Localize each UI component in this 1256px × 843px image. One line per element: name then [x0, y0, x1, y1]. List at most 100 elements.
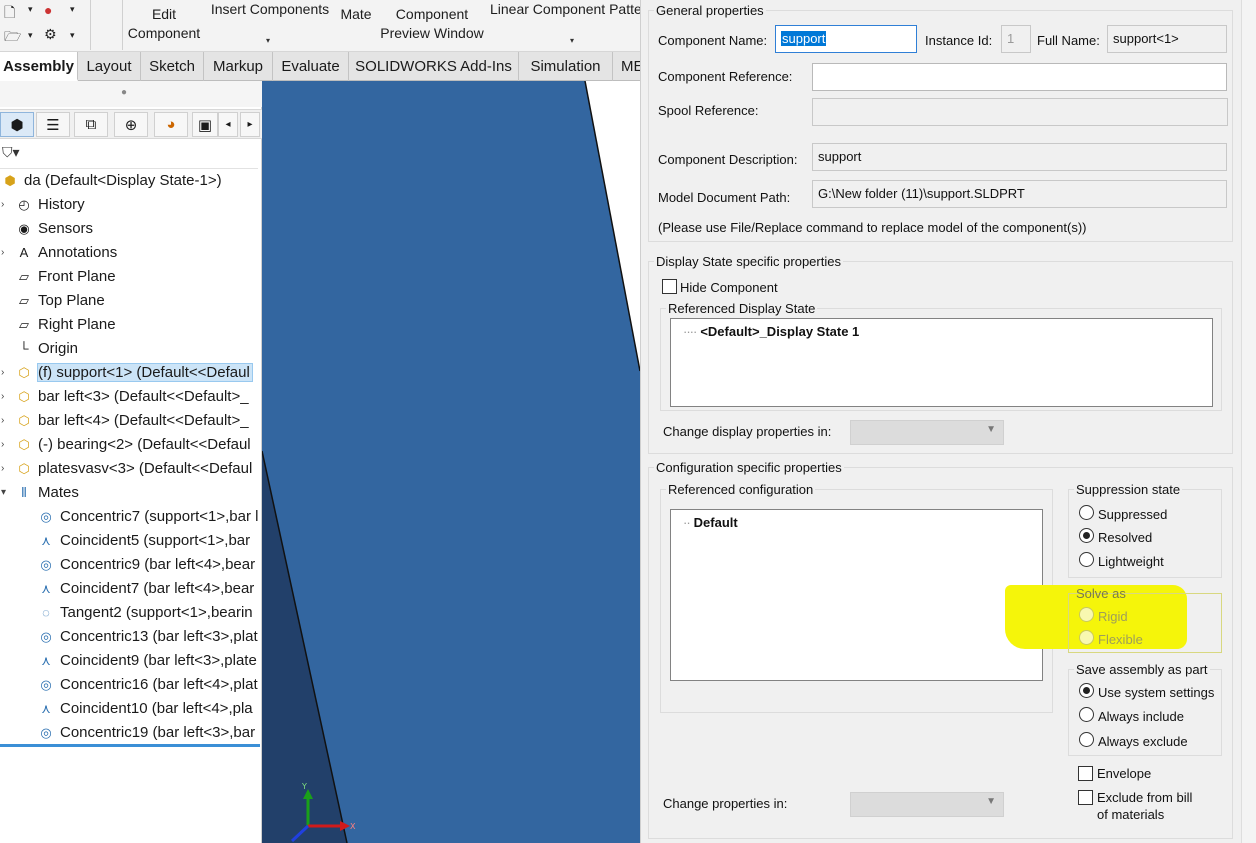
tab-layout[interactable]: Layout	[78, 52, 141, 81]
display-state-list[interactable]: ···· <Default>_Display State 1	[670, 318, 1213, 407]
open-document-icon[interactable]: 🗁	[4, 26, 21, 50]
tree-item[interactable]: ▱ Front Plane	[14, 266, 116, 288]
dialog-scrollbar[interactable]	[1241, 0, 1256, 843]
tree-item[interactable]: › ⬡ bar left<3> (Default<<Default>_	[1, 386, 249, 408]
always-include-radio[interactable]	[1079, 707, 1094, 722]
list-item[interactable]: ···· <Default>_Display State 1	[683, 324, 859, 339]
expand-arrow-icon[interactable]: ›	[1, 242, 4, 264]
tree-item[interactable]: › ⬡ (f) support<1> (Default<<Defaul	[1, 362, 253, 384]
sensor-icon: ◉	[18, 221, 30, 236]
tree-item[interactable]: ◌ Tangent2 (support<1>,bearin	[36, 602, 253, 624]
tab-solidworks-add-ins[interactable]: SOLIDWORKS Add-Ins	[349, 52, 519, 81]
insert-components-button[interactable]: Insert Components	[206, 0, 334, 19]
chevron-down-icon: ▼	[986, 424, 996, 435]
component-reference-field[interactable]	[812, 63, 1227, 91]
model-document-path-field[interactable]: G:\New folder (11)\support.SLDPRT	[812, 180, 1227, 208]
concentric-mate-icon: ◎	[40, 557, 52, 572]
tree-item[interactable]: › ⬡ (-) bearing<2> (Default<<Defaul	[1, 434, 251, 456]
expand-arrow-icon[interactable]: ›	[1, 434, 4, 456]
edit-component-label-line1: Edit	[151, 6, 177, 22]
model-document-path-label: Model Document Path:	[658, 190, 791, 205]
dropdown-caret-icon[interactable]: ▾	[28, 30, 33, 41]
tree-item[interactable]: › A Annotations	[1, 242, 117, 264]
tree-item[interactable]: ◎ Concentric16 (bar left<4>,plat	[36, 674, 258, 696]
tree-item[interactable]: ▾ ⫴ Mates	[1, 482, 79, 504]
hide-component-checkbox[interactable]	[662, 279, 677, 294]
triad-x-label: X	[350, 822, 356, 831]
list-item[interactable]: ·· Default	[683, 515, 738, 530]
component-preview-button[interactable]: Component Preview Window	[378, 5, 486, 43]
use-system-settings-radio[interactable]	[1079, 683, 1094, 698]
change-display-properties-select[interactable]: ▼	[850, 420, 1004, 445]
full-name-field[interactable]: support<1>	[1107, 25, 1227, 53]
tree-item[interactable]: ⋏ Coincident9 (bar left<3>,plate	[36, 650, 257, 672]
solve-as-group	[1068, 593, 1222, 653]
command-manager-tabs: Assembly Layout Sketch Markup Evaluate S…	[0, 52, 640, 81]
coincident-mate-icon: ⋏	[41, 653, 51, 668]
envelope-checkbox[interactable]	[1078, 766, 1093, 781]
traffic-light-icon[interactable]: ●	[44, 2, 52, 18]
gear-icon[interactable]: ⚙	[44, 26, 57, 43]
expand-arrow-icon[interactable]: ›	[1, 386, 4, 408]
suppressed-radio[interactable]	[1079, 505, 1094, 520]
tab-simulation[interactable]: Simulation	[519, 52, 613, 81]
new-document-icon[interactable]: 🗋	[4, 2, 15, 26]
tree-item[interactable]: ⋏ Coincident10 (bar left<4>,pla	[36, 698, 252, 720]
tree-item[interactable]: ◎ Concentric19 (bar left<3>,bar	[36, 722, 255, 743]
lightweight-radio[interactable]	[1079, 552, 1094, 567]
expand-arrow-icon[interactable]: ›	[1, 194, 4, 216]
exclude-bom-checkbox[interactable]	[1078, 790, 1093, 805]
dropdown-caret-icon[interactable]: ▾	[28, 4, 33, 15]
tree-item[interactable]: ◎ Concentric7 (support<1>,bar l	[36, 506, 258, 528]
history-icon: ◴	[18, 197, 30, 212]
component-preview-label-line2: Preview Window	[380, 25, 484, 41]
configuration-list[interactable]: ·· Default	[670, 509, 1043, 681]
tree-item[interactable]: ⬢ da (Default<Display State-1>)	[0, 170, 221, 192]
tree-item[interactable]: ⋏ Coincident5 (support<1>,bar	[36, 530, 250, 552]
graphics-area[interactable]: Y X	[262, 81, 640, 843]
resolved-radio[interactable]	[1079, 528, 1094, 543]
tree-item[interactable]: ▱ Top Plane	[14, 290, 105, 312]
tree-item[interactable]: ◎ Concentric13 (bar left<3>,plat	[36, 626, 257, 648]
tree-item[interactable]: ◉ Sensors	[14, 218, 93, 240]
tab-markup[interactable]: Markup	[204, 52, 273, 81]
tab-evaluate[interactable]: Evaluate	[273, 52, 349, 81]
tab-me[interactable]: ME	[613, 52, 640, 81]
expand-arrow-icon[interactable]: ›	[1, 362, 4, 384]
tab-assembly[interactable]: Assembly	[0, 52, 78, 81]
ribbon-divider	[90, 0, 91, 50]
tree-item[interactable]: › ⬡ bar left<4> (Default<<Default>_	[1, 410, 249, 432]
tree-item-label: Tangent2 (support<1>,bearin	[60, 604, 253, 621]
expand-arrow-icon[interactable]: ›	[1, 410, 4, 432]
tangent-mate-icon: ◌	[42, 605, 50, 620]
tree-item[interactable]: ▱ Right Plane	[14, 314, 116, 336]
instance-id-field[interactable]: 1	[1001, 25, 1031, 53]
tree-item[interactable]: › ⬡ platesvasv<3> (Default<<Defaul	[1, 458, 252, 480]
always-exclude-radio[interactable]	[1079, 732, 1094, 747]
collapse-arrow-icon[interactable]: ▾	[1, 482, 6, 504]
dropdown-caret-icon[interactable]: ▾	[570, 36, 574, 45]
insert-components-label: Insert Components	[210, 1, 330, 17]
mate-button[interactable]: Mate	[334, 5, 378, 24]
tree-item[interactable]: ⋏ Coincident7 (bar left<4>,bear	[36, 578, 254, 600]
component-name-field[interactable]: support	[775, 25, 917, 53]
spool-reference-field[interactable]	[812, 98, 1228, 126]
edit-component-button[interactable]: Edit Component	[124, 5, 204, 43]
tree-item[interactable]: └ Origin	[14, 338, 78, 360]
expand-arrow-icon[interactable]: ›	[1, 458, 4, 480]
linear-pattern-button[interactable]: Linear Component Patte	[490, 0, 640, 19]
suppression-state-title: Suppression state	[1074, 482, 1183, 497]
tree-item[interactable]: ◎ Concentric9 (bar left<4>,bear	[36, 554, 255, 576]
tab-sketch[interactable]: Sketch	[141, 52, 204, 81]
tree-item-label: Concentric16 (bar left<4>,plat	[60, 676, 258, 693]
flexible-radio[interactable]	[1079, 630, 1094, 645]
dropdown-caret-icon[interactable]: ▾	[70, 30, 75, 41]
change-properties-select[interactable]: ▼	[850, 792, 1004, 817]
rigid-radio[interactable]	[1079, 607, 1094, 622]
dropdown-caret-icon[interactable]: ▾	[70, 4, 75, 15]
tree-item-label: bar left<3> (Default<<Default>_	[38, 388, 249, 405]
exclude-bom-label-line1: Exclude from bill	[1097, 790, 1193, 805]
tree-item[interactable]: › ◴ History	[1, 194, 85, 216]
dropdown-caret-icon[interactable]: ▾	[266, 36, 270, 45]
component-description-field[interactable]: support	[812, 143, 1227, 171]
